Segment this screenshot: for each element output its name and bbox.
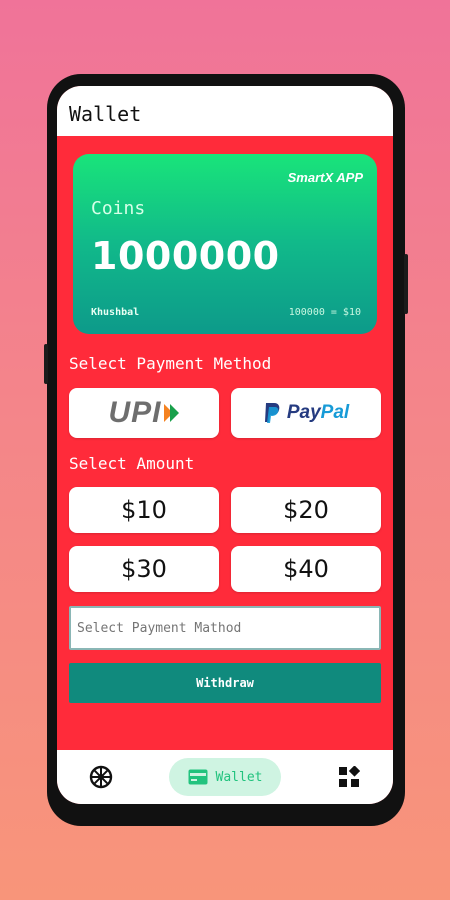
paypal-logo: PayPal — [263, 402, 349, 424]
coins-value: 1000000 — [91, 234, 280, 278]
bottom-navigation: Wallet — [57, 750, 393, 804]
power-button — [44, 344, 48, 384]
paypal-option[interactable]: PayPal — [231, 388, 381, 438]
volume-button — [404, 254, 408, 314]
amount-label: $20 — [283, 496, 329, 524]
nav-item-wheel[interactable] — [75, 750, 127, 804]
amount-label: $30 — [121, 555, 167, 583]
nav-item-wallet[interactable]: Wallet — [169, 758, 281, 796]
amount-label: $40 — [283, 555, 329, 583]
wheel-icon — [89, 765, 113, 789]
paypal-p-icon — [264, 403, 280, 423]
upi-label: UPI — [108, 396, 162, 429]
amount-option[interactable]: $10 — [69, 487, 219, 533]
coins-card: SmartX APP Coins 1000000 Khushbal 100000… — [73, 154, 377, 334]
upi-arrow-icon — [163, 404, 179, 422]
nav-item-grid[interactable] — [323, 750, 375, 804]
conversion-rate: 100000 = $10 — [288, 307, 361, 318]
withdraw-button[interactable]: Withdraw — [69, 663, 381, 703]
upi-option[interactable]: UPI — [69, 388, 219, 438]
brand-label: SmartX APP — [287, 170, 363, 185]
select-amount-title: Select Amount — [69, 454, 195, 473]
amount-label: $10 — [121, 496, 167, 524]
nav-wallet-label: Wallet — [215, 769, 263, 785]
upi-logo: UPI — [108, 396, 179, 430]
grid-icon — [339, 766, 360, 787]
payment-method-input[interactable] — [69, 606, 381, 650]
amount-option[interactable]: $30 — [69, 546, 219, 592]
card-holder-name: Khushbal — [91, 307, 140, 318]
amount-option[interactable]: $20 — [231, 487, 381, 533]
coins-label: Coins — [91, 198, 146, 219]
phone-frame: Wallet SmartX APP Coins 1000000 Khushbal… — [44, 74, 408, 826]
amount-option[interactable]: $40 — [231, 546, 381, 592]
top-bar: Wallet — [57, 86, 393, 136]
paypal-label: PayPal — [286, 402, 350, 423]
payment-method-title: Select Payment Method — [69, 354, 272, 373]
app-screen: Wallet SmartX APP Coins 1000000 Khushbal… — [57, 86, 393, 804]
wallet-icon — [188, 769, 208, 785]
page-title: Wallet — [69, 102, 142, 126]
